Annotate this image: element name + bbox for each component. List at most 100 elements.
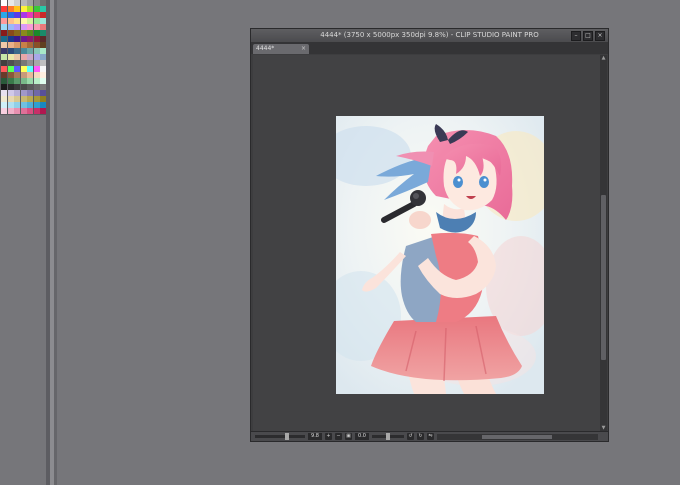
zoom-out-icon[interactable]: − [335, 433, 342, 440]
color-swatch[interactable] [14, 30, 20, 36]
fit-window-icon[interactable]: ▣ [345, 433, 352, 440]
color-swatch[interactable] [33, 108, 40, 114]
color-swatch[interactable] [20, 30, 27, 36]
color-swatch[interactable] [27, 102, 33, 108]
color-swatch[interactable] [33, 60, 40, 66]
color-swatch[interactable] [20, 6, 27, 12]
color-swatch[interactable] [14, 0, 20, 6]
color-swatch[interactable] [14, 42, 20, 48]
color-swatch[interactable] [33, 42, 40, 48]
color-swatch[interactable] [33, 54, 40, 60]
color-swatch[interactable] [27, 96, 33, 102]
color-swatch[interactable] [1, 102, 7, 108]
color-swatch[interactable] [33, 18, 40, 24]
maximize-button[interactable]: □ [583, 31, 593, 41]
color-swatch[interactable] [20, 72, 27, 78]
color-swatch[interactable] [14, 96, 20, 102]
color-swatch[interactable] [14, 54, 20, 60]
color-swatch[interactable] [7, 18, 14, 24]
artwork-canvas[interactable] [336, 116, 544, 394]
color-swatch[interactable] [33, 48, 40, 54]
color-swatch[interactable] [1, 12, 7, 18]
color-swatch[interactable] [14, 90, 20, 96]
color-swatch[interactable] [20, 66, 27, 72]
color-swatch[interactable] [1, 66, 7, 72]
color-swatch[interactable] [1, 6, 7, 12]
color-swatch[interactable] [1, 48, 7, 54]
scroll-up-arrow-icon[interactable]: ▲ [600, 55, 607, 62]
color-swatch[interactable] [14, 60, 20, 66]
color-swatch[interactable] [14, 72, 20, 78]
color-swatch[interactable] [1, 90, 7, 96]
color-swatch[interactable] [1, 0, 7, 6]
color-swatch[interactable] [7, 66, 14, 72]
color-swatch[interactable] [20, 42, 27, 48]
color-swatch[interactable] [14, 12, 20, 18]
color-swatch[interactable] [7, 96, 14, 102]
color-swatch[interactable] [33, 0, 40, 6]
color-swatch[interactable] [33, 72, 40, 78]
color-swatch[interactable] [7, 54, 14, 60]
color-swatch[interactable] [27, 78, 33, 84]
color-swatch[interactable] [7, 108, 14, 114]
color-swatch[interactable] [27, 60, 33, 66]
close-button[interactable]: × [595, 31, 605, 41]
color-swatch[interactable] [7, 84, 14, 90]
document-tab[interactable]: 4444* × [253, 44, 309, 54]
color-swatch[interactable] [27, 48, 33, 54]
color-swatch[interactable] [7, 36, 14, 42]
color-swatch[interactable] [1, 84, 7, 90]
color-swatch[interactable] [14, 24, 20, 30]
color-swatch[interactable] [7, 72, 14, 78]
color-swatch[interactable] [27, 0, 33, 6]
color-swatch[interactable] [1, 36, 7, 42]
color-swatch[interactable] [20, 60, 27, 66]
color-swatch[interactable] [14, 102, 20, 108]
color-swatch[interactable] [1, 96, 7, 102]
color-swatch[interactable] [33, 12, 40, 18]
color-swatch[interactable] [27, 90, 33, 96]
color-swatch[interactable] [27, 72, 33, 78]
color-swatch[interactable] [27, 108, 33, 114]
color-swatch[interactable] [20, 48, 27, 54]
zoom-in-icon[interactable]: + [325, 433, 332, 440]
color-swatch[interactable] [33, 24, 40, 30]
color-swatch[interactable] [1, 18, 7, 24]
color-swatch[interactable] [1, 30, 7, 36]
color-swatch[interactable] [1, 24, 7, 30]
color-swatch[interactable] [1, 60, 7, 66]
color-swatch[interactable] [20, 102, 27, 108]
color-swatch[interactable] [33, 30, 40, 36]
color-swatch[interactable] [20, 108, 27, 114]
color-swatch[interactable] [27, 12, 33, 18]
flip-horizontal-icon[interactable]: ⇋ [427, 433, 434, 440]
color-swatch[interactable] [14, 78, 20, 84]
color-swatch[interactable] [20, 24, 27, 30]
color-swatch[interactable] [7, 78, 14, 84]
color-swatch[interactable] [7, 60, 14, 66]
color-swatch[interactable] [27, 6, 33, 12]
color-swatch[interactable] [7, 0, 14, 6]
color-swatch[interactable] [1, 42, 7, 48]
vertical-scrollbar[interactable]: ▲ ▼ [600, 55, 607, 432]
color-swatch[interactable] [20, 0, 27, 6]
color-swatch[interactable] [33, 96, 40, 102]
canvas-area[interactable] [253, 55, 600, 432]
color-swatch[interactable] [20, 84, 27, 90]
color-swatch[interactable] [14, 108, 20, 114]
color-swatch[interactable] [7, 90, 14, 96]
window-titlebar[interactable]: 4444* (3750 x 5000px 350dpi 9.8%) - CLIP… [251, 29, 608, 43]
color-swatch[interactable] [27, 36, 33, 42]
color-swatch[interactable] [1, 78, 7, 84]
color-swatch[interactable] [27, 18, 33, 24]
horizontal-scrollbar[interactable] [437, 433, 598, 440]
color-swatch[interactable] [7, 42, 14, 48]
color-swatch[interactable] [7, 12, 14, 18]
color-swatch[interactable] [1, 108, 7, 114]
color-swatch[interactable] [20, 96, 27, 102]
color-swatch[interactable] [1, 72, 7, 78]
zoom-value-field[interactable]: 9.8 [308, 433, 322, 440]
color-swatch[interactable] [33, 78, 40, 84]
minimize-button[interactable]: – [571, 31, 581, 41]
color-swatch[interactable] [7, 102, 14, 108]
